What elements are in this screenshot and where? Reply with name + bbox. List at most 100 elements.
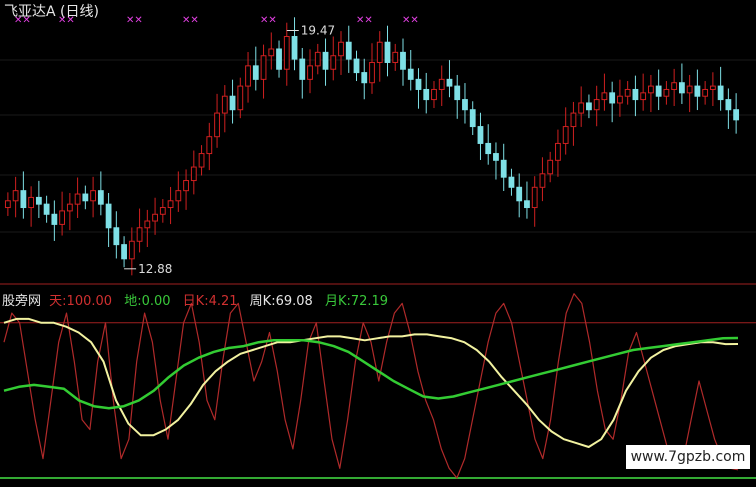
indicator-item-tian: 天:100.00 [49, 294, 120, 309]
indicator-value: 0.00 [141, 294, 171, 309]
candle-body [508, 176, 515, 188]
indicator-value: 69.08 [275, 294, 313, 309]
indicator-value: 4.21 [208, 294, 238, 309]
candle-body [159, 207, 166, 215]
candle-body [555, 142, 561, 161]
indicator-item-monthly-k: 月K:72.19 [325, 294, 392, 309]
candle-body [648, 85, 654, 94]
indicator-label: 地: [124, 294, 142, 309]
candle-body [260, 55, 267, 80]
candle-body [28, 196, 35, 209]
candle-body [617, 95, 623, 104]
candle-body [353, 58, 360, 74]
candle-body [539, 173, 546, 188]
candle-body [694, 85, 701, 97]
candle-body [128, 240, 135, 260]
candle-body [51, 213, 58, 225]
candle-body [384, 41, 391, 63]
candle-body [252, 65, 259, 80]
indicator-item-di: 地:0.00 [124, 294, 178, 309]
candle-body [493, 153, 499, 161]
candle-body [477, 126, 484, 144]
candle-body [113, 227, 120, 246]
candle-body [198, 153, 205, 168]
candle-body [686, 85, 693, 94]
signal-marker: ✕✕ [260, 15, 277, 26]
candle-body [531, 186, 538, 209]
candle-body [407, 68, 414, 80]
candle-body [245, 65, 251, 87]
candle-body [276, 48, 282, 70]
candle-body [423, 88, 430, 101]
candle-body [702, 88, 709, 97]
candle-body [90, 190, 96, 202]
candle-body [547, 159, 554, 175]
candle-body [446, 78, 453, 87]
indicator-value: 100.00 [66, 294, 113, 309]
candle-body [369, 61, 375, 84]
candle-body [376, 41, 383, 63]
candle-body [655, 85, 662, 97]
candle-body [454, 85, 461, 101]
candle-body [268, 48, 275, 57]
candle-body [733, 109, 740, 121]
candle-body [322, 51, 329, 70]
candle-body [59, 210, 66, 225]
signal-marker: ✕✕ [402, 15, 419, 26]
candle-body [400, 51, 406, 70]
indicator-item-daily-k: 日K:4.21 [183, 294, 246, 309]
candle-body [237, 85, 244, 111]
candle-body [671, 82, 678, 90]
candle-body [82, 193, 89, 202]
candle-body [601, 92, 608, 101]
candle-body [66, 203, 73, 212]
candle-body [415, 78, 422, 90]
candle-body [152, 213, 158, 222]
candle-body [586, 102, 592, 111]
candle-body [206, 136, 213, 155]
chart-title: 飞亚达A (日线) [4, 4, 99, 20]
candle-body [562, 126, 569, 144]
stock-chart[interactable]: ✕✕ ✕✕ ✕✕ ✕✕ ✕✕ ✕✕ ✕✕19.4712.88 [0, 0, 756, 487]
candle-body [469, 109, 476, 128]
indicator-item-weekly-k: 周K:69.08 [250, 294, 321, 309]
candle-body [431, 88, 437, 101]
candle-body [516, 186, 523, 202]
indicator-label: 月K: [324, 294, 351, 309]
candle-body [105, 203, 112, 229]
indicator-name: 股旁网 [2, 294, 42, 309]
candle-body [462, 99, 468, 111]
candle-body [709, 85, 716, 90]
candle-body [338, 41, 344, 57]
candle-body [43, 203, 50, 215]
candle-body [283, 36, 290, 70]
candle-body [314, 51, 321, 67]
signal-marker: ✕✕ [356, 15, 373, 26]
candle-body [291, 36, 298, 60]
candle-body [175, 190, 182, 202]
candle-body [35, 196, 42, 205]
signal-marker: ✕✕ [182, 15, 199, 26]
candle-body [392, 51, 399, 63]
candle-body [578, 102, 585, 114]
candle-body [345, 41, 352, 60]
indicator-label: 周K: [249, 294, 276, 309]
candle-body [524, 200, 530, 209]
candle-body [167, 200, 174, 209]
candle-body [500, 159, 507, 178]
candle-body [97, 190, 104, 205]
low-label: 12.88 [138, 262, 172, 276]
candle-body [593, 99, 600, 111]
candle-body [717, 85, 724, 101]
price-panel: ✕✕ ✕✕ ✕✕ ✕✕ ✕✕ ✕✕ ✕✕19.4712.88 [0, 15, 756, 276]
signal-marker: ✕✕ [126, 15, 143, 26]
candle-body [229, 95, 236, 111]
candle-body [663, 88, 670, 97]
indicator-value: 72.19 [350, 294, 389, 309]
candle-body [570, 112, 577, 128]
candle-body [632, 88, 639, 101]
candle-body [485, 142, 492, 155]
candle-body [121, 244, 127, 260]
candle-body [330, 55, 337, 70]
weekly-k-line [3, 317, 739, 448]
